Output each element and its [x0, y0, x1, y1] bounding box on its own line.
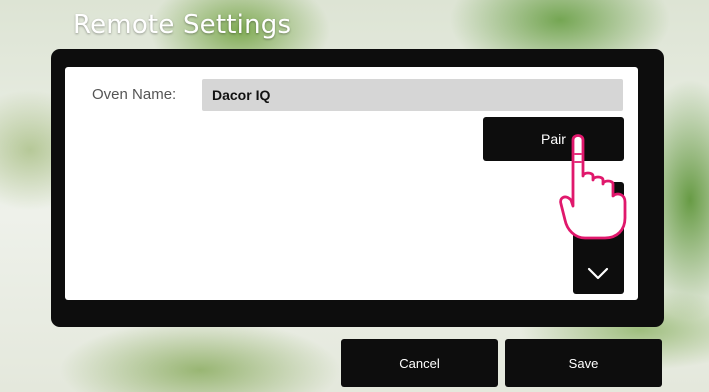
scroll-down-button[interactable] — [573, 182, 624, 294]
cancel-button[interactable]: Cancel — [341, 339, 498, 387]
page-title: Remote Settings — [73, 10, 292, 40]
save-button[interactable]: Save — [505, 339, 662, 387]
oven-name-label: Oven Name: — [92, 86, 177, 103]
pair-button[interactable]: Pair — [483, 117, 624, 161]
settings-card: Oven Name: Pair — [65, 67, 638, 300]
oven-name-input[interactable] — [202, 79, 623, 111]
chevron-down-icon — [587, 267, 609, 280]
settings-panel: Oven Name: Pair — [51, 49, 664, 327]
